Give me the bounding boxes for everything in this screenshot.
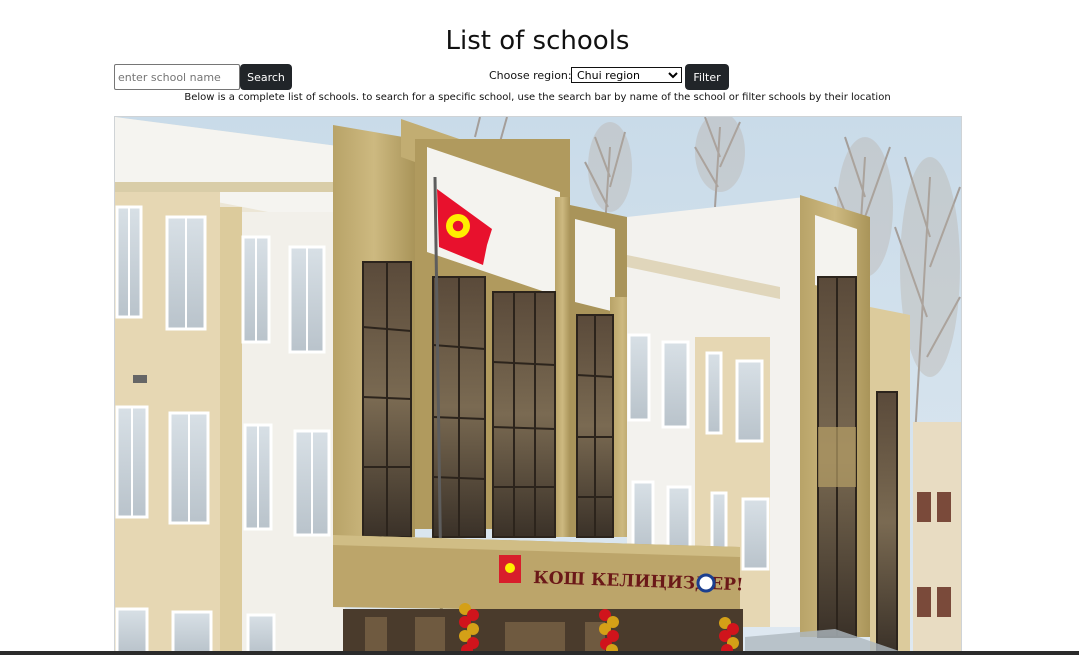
filter-button[interactable]: Filter bbox=[685, 64, 729, 90]
page-description: Below is a complete list of schools. to … bbox=[184, 92, 891, 103]
region-label: Choose region: bbox=[489, 69, 572, 82]
region-select[interactable]: Chui region bbox=[571, 67, 682, 83]
school-list-page: List of schools Search Choose region: Ch… bbox=[0, 0, 1079, 655]
bottom-taskbar bbox=[0, 651, 1079, 655]
page-title: List of schools bbox=[445, 26, 630, 56]
school-photo: КОШ КЕЛИҢИЗДЕР! bbox=[114, 116, 962, 652]
school-search-input[interactable] bbox=[114, 64, 240, 90]
search-button[interactable]: Search bbox=[240, 64, 292, 90]
